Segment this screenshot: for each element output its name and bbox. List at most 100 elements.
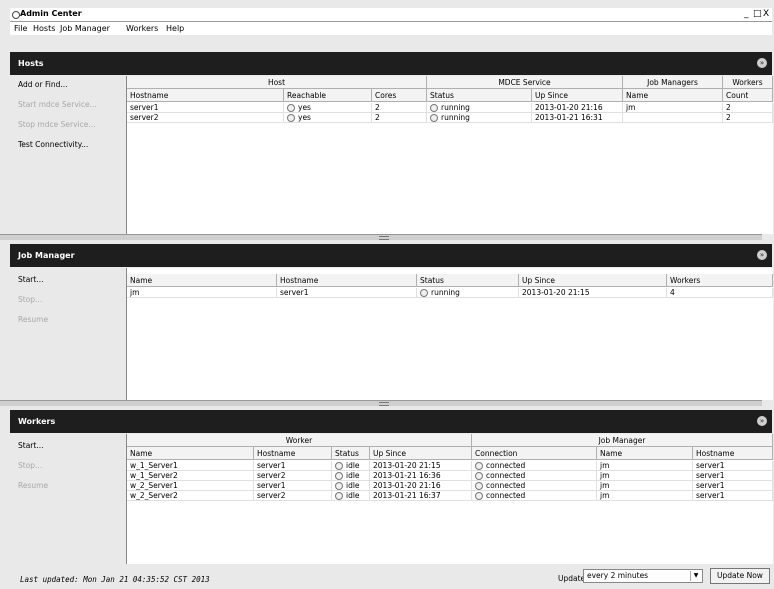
table-row-cell[interactable]: connected (472, 491, 597, 501)
status-value: idle (346, 471, 360, 480)
table-row-cell[interactable]: w_2_Server1 (127, 481, 254, 491)
add-or-find-action[interactable]: Add or Find... (18, 80, 67, 89)
stop-mdce-action[interactable]: Stop mdce Service... (18, 120, 96, 129)
table-row-cell[interactable]: jm (597, 471, 693, 481)
start-action[interactable]: Start... (18, 275, 43, 284)
col-connection[interactable]: Connection (472, 447, 597, 460)
table-row-cell[interactable]: yes (284, 103, 372, 113)
table-row-cell[interactable]: w_1_Server1 (127, 461, 254, 471)
menu-job-manager[interactable]: Job Manager (60, 24, 110, 33)
table-row-cell[interactable]: server1 (693, 491, 773, 501)
table-row-cell[interactable]: server2 (254, 471, 332, 481)
col-hostname[interactable]: Hostname (277, 274, 417, 287)
table-row-cell[interactable]: idle (332, 481, 370, 491)
col-name[interactable]: Name (623, 89, 723, 102)
group-header-job-manager: Job Manager (472, 434, 773, 447)
table-row-cell[interactable]: connected (472, 471, 597, 481)
table-row-cell[interactable]: 2 (372, 103, 427, 113)
table-row-cell[interactable]: jm (597, 491, 693, 501)
table-row-cell[interactable]: 2 (723, 113, 773, 123)
resume-action[interactable]: Resume (18, 315, 48, 324)
chevron-down-icon[interactable]: ▼ (690, 571, 701, 581)
table-row-cell[interactable]: 2013-01-21 16:37 (370, 491, 472, 501)
menu-hosts[interactable]: Hosts (33, 24, 55, 33)
job-manager-header: Job Manager » (10, 244, 772, 267)
split-divider[interactable] (0, 234, 762, 240)
table-row-cell[interactable]: jm (623, 103, 723, 113)
table-row-cell[interactable]: 2013-01-20 21:16 (532, 103, 623, 113)
menu-help[interactable]: Help (166, 24, 184, 33)
col-jm-hostname[interactable]: Hostname (693, 447, 773, 460)
table-row-cell[interactable]: server1 (277, 288, 417, 298)
start-action[interactable]: Start... (18, 441, 43, 450)
collapse-icon[interactable]: » (757, 416, 767, 426)
table-row-cell[interactable]: w_1_Server2 (127, 471, 254, 481)
table-row-cell[interactable]: 2 (723, 103, 773, 113)
table-row-cell[interactable]: server1 (693, 481, 773, 491)
table-row-cell[interactable]: running (427, 113, 532, 123)
table-row-cell[interactable] (623, 113, 723, 123)
collapse-icon[interactable]: » (757, 250, 767, 260)
table-row-cell[interactable]: 2013-01-21 16:36 (370, 471, 472, 481)
stop-action[interactable]: Stop... (18, 461, 42, 470)
table-row-cell[interactable]: connected (472, 461, 597, 471)
minimize-button[interactable]: _ (744, 9, 749, 19)
status-dot-icon (335, 472, 343, 480)
update-now-button[interactable]: Update Now (710, 568, 770, 584)
col-hostname[interactable]: Hostname (254, 447, 332, 460)
table-row-cell[interactable]: 2013-01-20 21:15 (370, 461, 472, 471)
table-row-cell[interactable]: jm (597, 481, 693, 491)
table-row-cell[interactable]: 2013-01-20 21:15 (519, 288, 667, 298)
table-row-cell[interactable]: running (427, 103, 532, 113)
col-count[interactable]: Count (723, 89, 773, 102)
table-row-cell[interactable]: 2 (372, 113, 427, 123)
table-row-cell[interactable]: server1 (693, 471, 773, 481)
resume-action[interactable]: Resume (18, 481, 48, 490)
update-interval-select[interactable]: every 2 minutes ▼ (583, 569, 703, 583)
start-mdce-action[interactable]: Start mdce Service... (18, 100, 97, 109)
table-row-cell[interactable]: idle (332, 461, 370, 471)
table-row-cell[interactable]: idle (332, 471, 370, 481)
col-jm-name[interactable]: Name (597, 447, 693, 460)
table-row-cell[interactable]: 4 (667, 288, 773, 298)
col-up-since[interactable]: Up Since (370, 447, 472, 460)
menu-file[interactable]: File (14, 24, 27, 33)
table-row-cell[interactable]: running (417, 288, 519, 298)
col-up-since[interactable]: Up Since (532, 89, 623, 102)
collapse-icon[interactable]: » (757, 58, 767, 68)
table-row-cell[interactable]: server2 (254, 491, 332, 501)
table-row-cell[interactable]: connected (472, 481, 597, 491)
maximize-button[interactable]: □ (753, 9, 762, 19)
table-row-cell[interactable]: yes (284, 113, 372, 123)
split-divider[interactable] (0, 400, 762, 406)
col-name[interactable]: Name (127, 274, 277, 287)
col-status[interactable]: Status (417, 274, 519, 287)
col-status[interactable]: Status (332, 447, 370, 460)
stop-action[interactable]: Stop... (18, 295, 42, 304)
col-name[interactable]: Name (127, 447, 254, 460)
table-row-cell[interactable]: server1 (254, 461, 332, 471)
hosts-header: Hosts » (10, 52, 772, 75)
col-reachable[interactable]: Reachable (284, 89, 372, 102)
col-workers[interactable]: Workers (667, 274, 773, 287)
table-row-cell[interactable]: server1 (693, 461, 773, 471)
col-up-since[interactable]: Up Since (519, 274, 667, 287)
col-status[interactable]: Status (427, 89, 532, 102)
table-row-cell[interactable]: w_2_Server2 (127, 491, 254, 501)
table-row-cell[interactable]: idle (332, 491, 370, 501)
col-hostname[interactable]: Hostname (127, 89, 284, 102)
table-row-cell[interactable]: 2013-01-20 21:16 (370, 481, 472, 491)
table-row-cell[interactable]: server2 (127, 113, 284, 123)
table-row-cell[interactable]: jm (127, 288, 277, 298)
status-dot-icon (475, 462, 483, 470)
table-row-cell[interactable]: 2013-01-21 16:31 (532, 113, 623, 123)
group-header-host: Host (127, 76, 427, 89)
close-button[interactable]: X (763, 9, 769, 19)
status-value: idle (346, 461, 360, 470)
test-connectivity-action[interactable]: Test Connectivity... (18, 140, 88, 149)
col-cores[interactable]: Cores (372, 89, 427, 102)
table-row-cell[interactable]: server1 (254, 481, 332, 491)
table-row-cell[interactable]: server1 (127, 103, 284, 113)
menu-workers[interactable]: Workers (126, 24, 158, 33)
table-row-cell[interactable]: jm (597, 461, 693, 471)
